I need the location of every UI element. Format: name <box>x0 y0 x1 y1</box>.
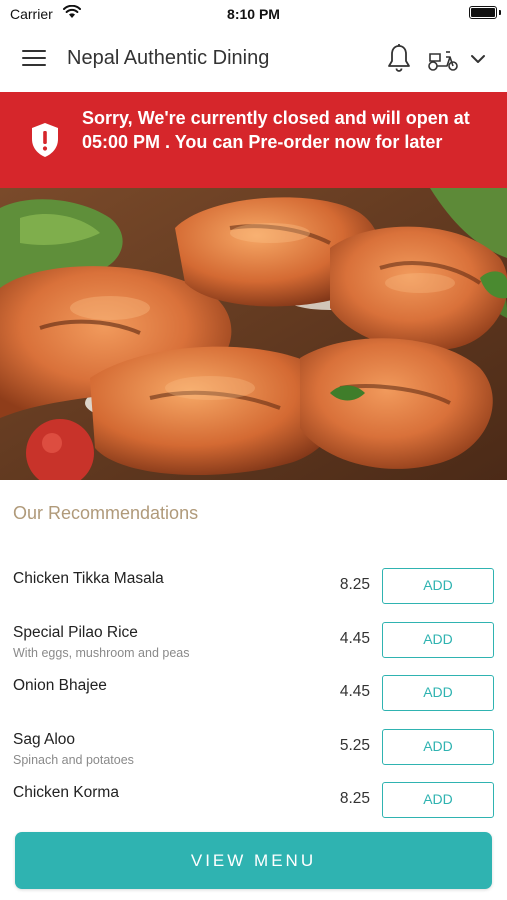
item-description: With eggs, mushroom and peas <box>13 645 190 660</box>
item-price: 4.45 <box>339 683 370 700</box>
item-name: Onion Bhajee <box>13 677 107 694</box>
add-button[interactable]: ADD <box>382 568 494 604</box>
recommendations-heading: Our Recommendations <box>13 503 199 523</box>
battery-tip <box>499 10 501 15</box>
menu-item: Sag Aloo Spinach and potatoes 5.25 ADD <box>0 721 507 775</box>
status-time: 8:10 PM <box>227 6 280 22</box>
menu-item: Onion Bhajee 4.45 ADD <box>0 667 507 721</box>
status-bar: Carrier 8:10 PM <box>0 0 507 28</box>
add-button[interactable]: ADD <box>382 782 494 818</box>
item-name: Sag Aloo <box>13 730 76 748</box>
item-price: 4.45 <box>339 629 370 647</box>
food-photo <box>0 188 507 480</box>
item-price: 8.25 <box>339 790 370 807</box>
menu-item: Special Pilao Rice With eggs, mushroom a… <box>0 614 507 668</box>
closed-banner: Sorry, We're currently closed and will o… <box>0 92 507 188</box>
item-description: Spinach and potatoes <box>13 752 134 767</box>
battery-icon <box>469 6 497 19</box>
add-button[interactable]: ADD <box>382 675 494 711</box>
menu-item: Chicken Korma 8.25 ADD <box>0 774 507 828</box>
shield-alert-icon <box>32 123 58 157</box>
nav-bar: Nepal Authentic Dining <box>0 28 507 92</box>
menu-icon[interactable] <box>22 50 46 70</box>
item-name: Chicken Korma <box>13 784 119 801</box>
page-title: Nepal Authentic Dining <box>67 47 270 69</box>
recommendations-list: Chicken Tikka Masala 8.25 ADD Special Pi… <box>0 560 507 828</box>
view-menu-button[interactable]: VIEW MENU <box>15 832 492 889</box>
chevron-down-icon[interactable] <box>469 52 487 66</box>
add-button[interactable]: ADD <box>382 621 494 658</box>
bell-icon[interactable] <box>386 43 412 73</box>
closed-message: Sorry, We're currently closed and will o… <box>82 108 470 152</box>
menu-item: Chicken Tikka Masala 8.25 ADD <box>0 560 507 614</box>
scooter-icon[interactable] <box>427 46 459 72</box>
item-name: Chicken Tikka Masala <box>13 570 164 587</box>
item-price: 5.25 <box>339 736 370 754</box>
item-name: Special Pilao Rice <box>13 623 138 641</box>
add-button[interactable]: ADD <box>382 728 494 765</box>
item-price: 8.25 <box>339 576 370 593</box>
